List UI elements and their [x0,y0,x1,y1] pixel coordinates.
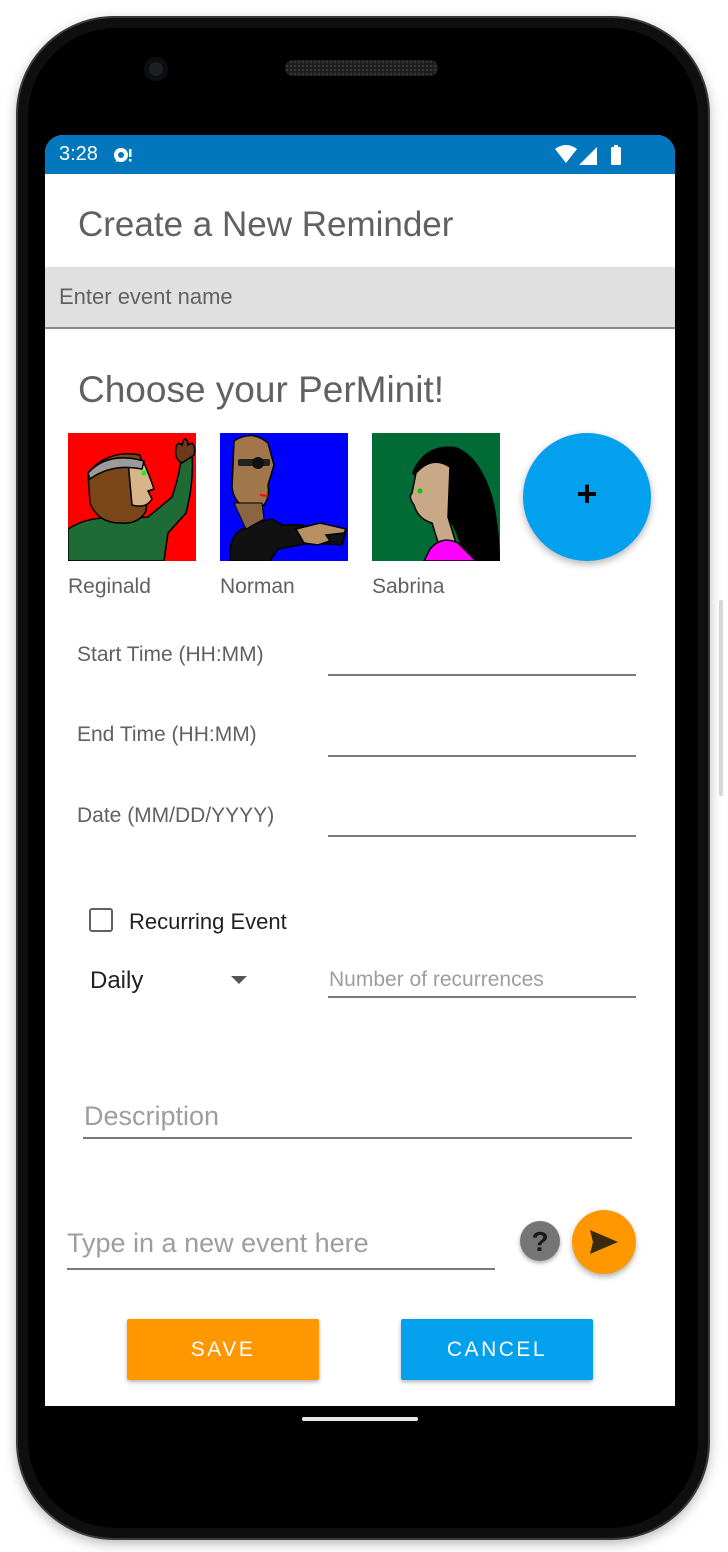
norman-portrait [220,433,348,561]
save-button[interactable]: SAVE [127,1319,319,1380]
start-time-input[interactable] [328,674,636,676]
earpiece-speaker [285,60,438,76]
recurrences-input[interactable] [328,996,636,998]
send-icon [590,1230,618,1254]
start-time-label: Start Time (HH:MM) [77,643,264,666]
choose-perminit-heading: Choose your PerMinit! [78,369,445,410]
character-sabrina-label: Sabrina [372,575,445,598]
character-reginald-avatar[interactable] [68,433,196,561]
description-input[interactable] [83,1137,632,1139]
event-name-placeholder: Enter event name [59,284,233,309]
notification-icon [114,148,132,162]
send-button[interactable] [572,1210,636,1274]
question-icon: ? [531,1226,549,1257]
cancel-button[interactable]: CANCEL [401,1319,593,1380]
description-placeholder: Description [84,1101,220,1131]
character-norman-label: Norman [220,575,295,598]
power-button [719,600,723,796]
status-bar: 3:28 [45,135,675,174]
frequency-dropdown[interactable]: Daily [90,967,143,995]
front-camera [144,57,168,81]
plus-icon: + [576,473,598,514]
battery-icon [611,147,621,165]
reginald-portrait [68,433,196,561]
status-time: 3:28 [59,143,98,165]
recurrences-placeholder: Number of recurrences [329,968,544,991]
date-input[interactable] [328,835,636,837]
recurring-event-checkbox[interactable] [89,908,113,932]
sabrina-portrait [372,433,500,561]
end-time-input[interactable] [328,755,636,757]
page-title: Create a New Reminder [78,205,454,244]
signal-icon [579,147,597,165]
wifi-icon [555,145,577,163]
dropdown-arrow-icon[interactable] [231,976,247,984]
app-screen: 3:28 Create a New Reminder Enter event n… [45,135,675,1406]
add-character-button[interactable]: + [523,433,651,561]
system-status-icons [555,145,621,165]
home-gesture-bar[interactable] [302,1417,418,1421]
character-sabrina-avatar[interactable] [372,433,500,561]
recurring-event-label: Recurring Event [129,909,287,934]
date-label: Date (MM/DD/YYYY) [77,804,275,827]
event-name-input[interactable]: Enter event name [45,267,675,329]
character-norman-avatar[interactable] [220,433,348,561]
new-event-input[interactable] [67,1268,495,1270]
end-time-label: End Time (HH:MM) [77,723,257,746]
character-reginald-label: Reginald [68,575,151,598]
help-button[interactable]: ? [520,1221,560,1261]
new-event-placeholder: Type in a new event here [67,1228,369,1258]
